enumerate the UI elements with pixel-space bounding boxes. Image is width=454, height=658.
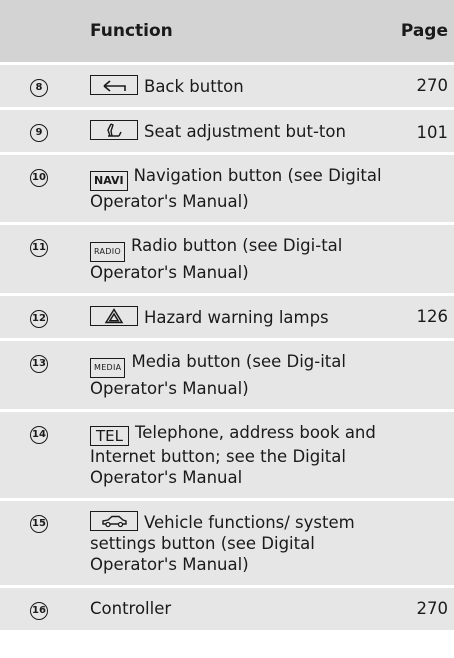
page-ref: 270 [390,65,454,110]
page-ref: 101 [390,110,454,155]
table-row: 14 TEL Telephone, address book and Intern… [0,412,454,501]
table-row: 10 NAVI Navigation button (see Digital Op… [0,155,454,225]
item-number: 9 [30,124,48,142]
page-ref [390,341,454,412]
item-number: 10 [30,169,48,187]
function-text: Back button [144,77,244,96]
tel-key-label: TEL [90,426,129,446]
table-row: 15 Vehicle functions/ system settings bu… [0,501,454,588]
header-row: Function Page [0,0,454,65]
header-number [0,0,78,65]
seat-icon [90,120,138,140]
function-text: Controller [78,588,390,633]
table-row: 12 Hazard warning lamps 126 [0,296,454,341]
function-text: Media button (see Dig-ital Operator's Ma… [90,352,346,398]
header-function: Function [78,0,390,65]
item-number: 13 [30,355,48,373]
table-row: 9 Seat adjustment but-ton 101 [0,110,454,155]
function-text: Telephone, address book and Internet but… [90,423,376,487]
page-ref: 270 [390,588,454,633]
car-icon [90,511,138,531]
function-text: Hazard warning lamps [144,308,329,327]
function-text: Seat adjustment but-ton [144,122,346,141]
item-number: 15 [30,515,48,533]
hazard-triangle-icon [90,306,138,326]
item-number: 11 [30,239,48,257]
item-number: 12 [30,310,48,328]
reference-table: Function Page 8 Back button 270 9 Seat a… [0,0,454,633]
page-ref [390,412,454,501]
item-number: 8 [30,79,48,97]
page-ref [390,155,454,225]
page-ref [390,225,454,296]
item-number: 14 [30,426,48,444]
page-ref [390,501,454,588]
page-ref: 126 [390,296,454,341]
table-row: 16 Controller 270 [0,588,454,633]
table-row: 13 MEDIA Media button (see Dig-ital Opera… [0,341,454,412]
item-number: 16 [30,602,48,620]
function-text: Radio button (see Digi-tal Operator's Ma… [90,236,343,282]
function-text: Navigation button (see Digital Operator'… [90,166,382,211]
table-row: 11 RADIO Radio button (see Digi-tal Opera… [0,225,454,296]
table-row: 8 Back button 270 [0,65,454,110]
header-page: Page [390,0,454,65]
back-arrow-icon [90,75,138,95]
navi-key-label: NAVI [90,171,128,191]
media-key-label: MEDIA [90,358,126,378]
radio-key-label: RADIO [90,242,126,262]
